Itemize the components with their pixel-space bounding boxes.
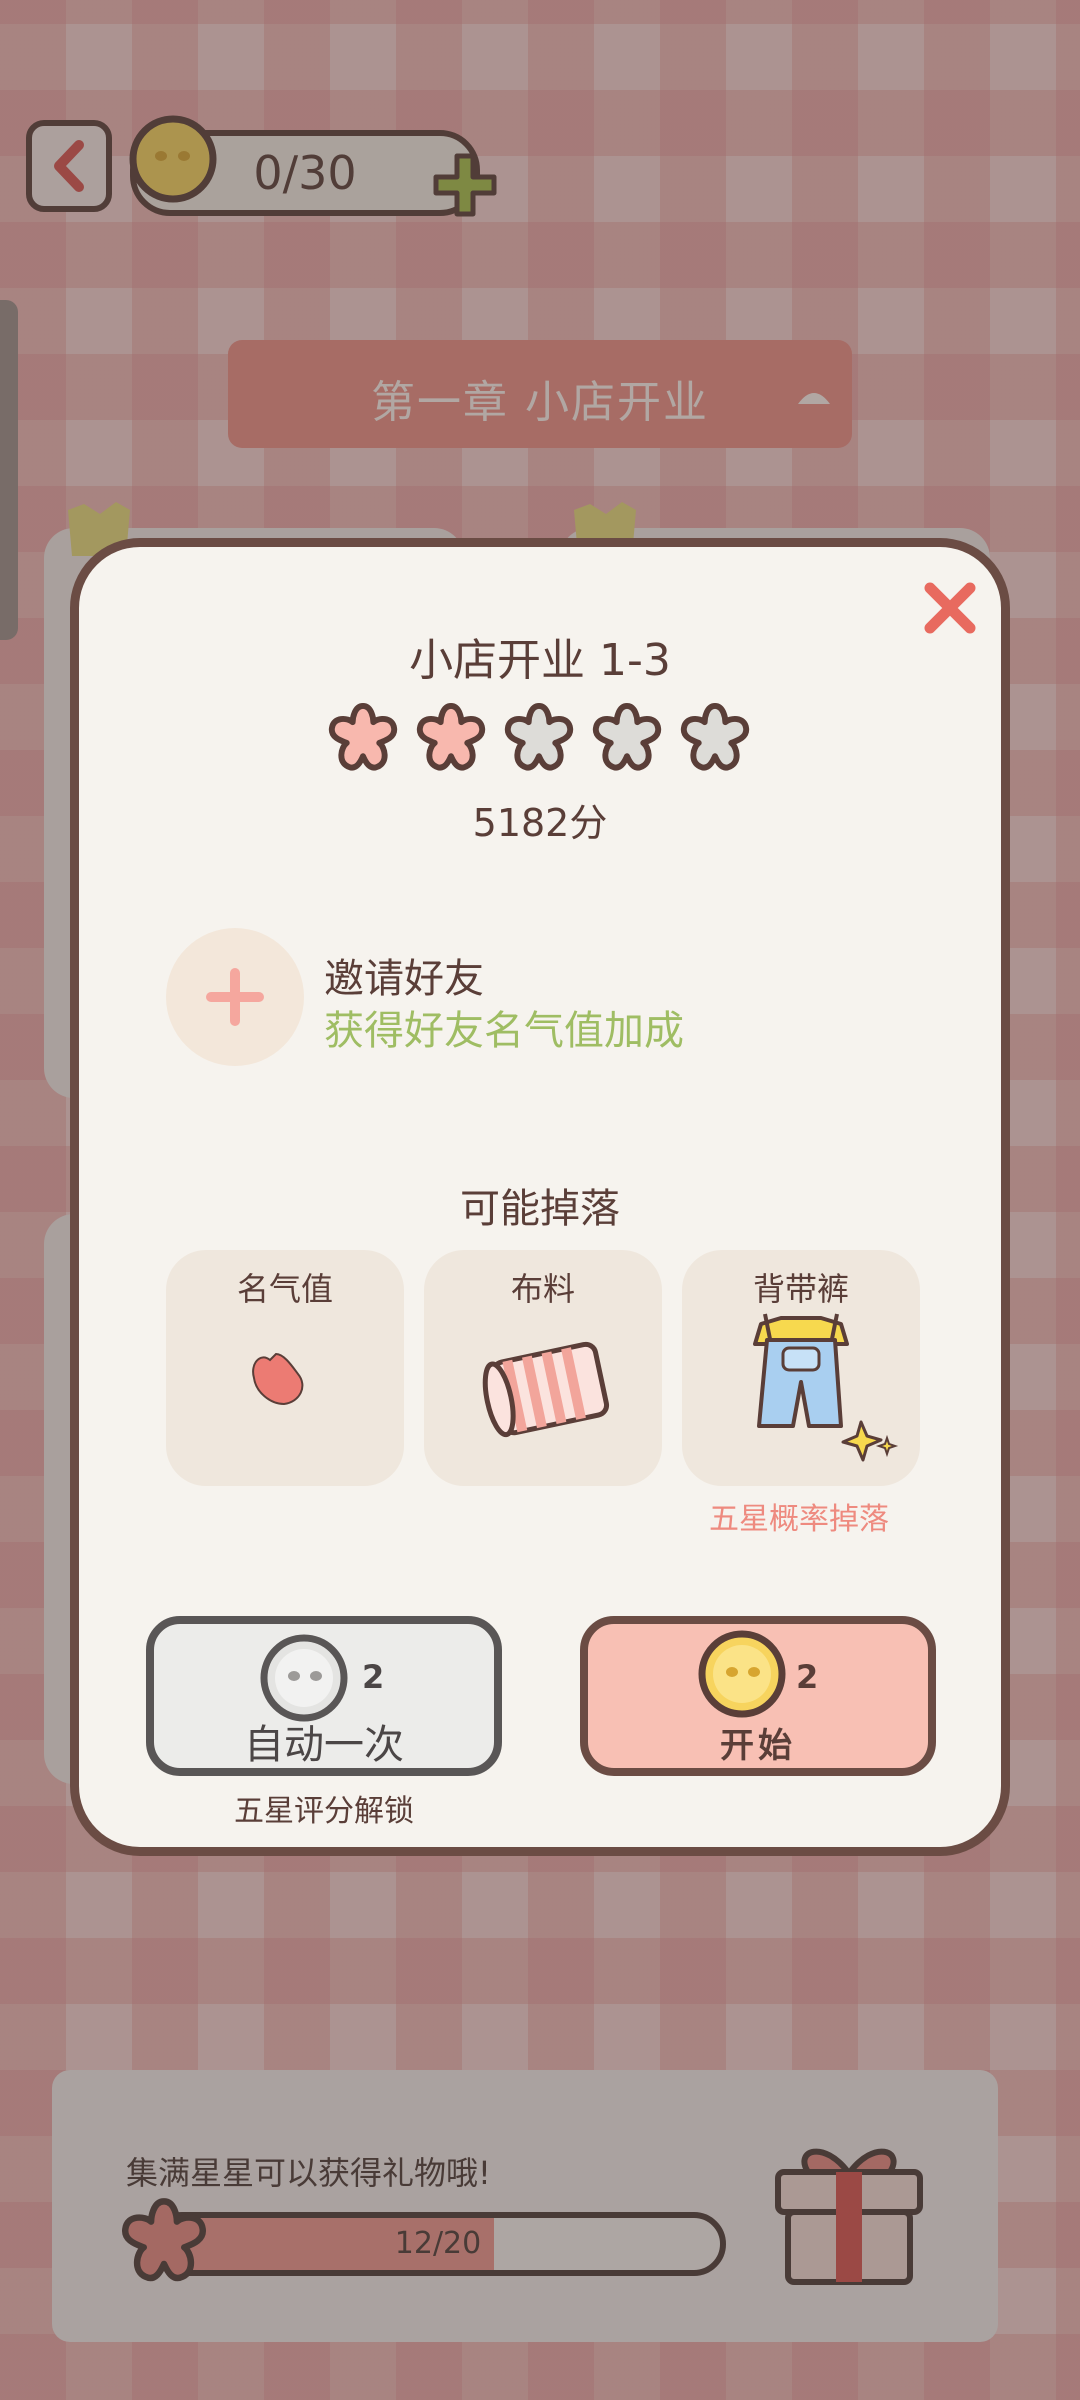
- five-star-drop-note: 五星概率掉落: [709, 1502, 889, 1537]
- auto-play-label: 自动一次: [244, 1722, 404, 1768]
- stage-title: 小店开业 1-3: [409, 635, 671, 686]
- invite-subtitle: 获得好友名气值加成: [324, 1008, 684, 1054]
- coin-face-icon: [698, 1630, 786, 1718]
- star-filled-icon: [416, 702, 486, 771]
- star-empty-icon: [504, 702, 574, 771]
- start-label: 开始: [720, 1726, 796, 1766]
- star-rating: [326, 700, 752, 774]
- invite-friend-button[interactable]: [166, 928, 304, 1066]
- overalls-icon: [753, 1313, 899, 1462]
- plus-icon: [206, 968, 264, 1026]
- drop-item-overalls[interactable]: 背带裤: [682, 1250, 920, 1486]
- star-filled-icon: [328, 702, 398, 771]
- heart-petal-icon: [252, 1352, 304, 1406]
- star-empty-icon: [680, 702, 750, 771]
- start-cost: 2: [796, 1658, 819, 1696]
- drop-item-fabric[interactable]: 布料: [424, 1250, 662, 1486]
- invite-title: 邀请好友: [324, 956, 484, 1002]
- star-empty-icon: [592, 702, 662, 771]
- stage-score: 5182分: [472, 801, 608, 845]
- auto-play-cost: 2: [362, 1658, 385, 1696]
- fabric-roll-icon: [482, 1341, 610, 1438]
- possible-drops-heading: 可能掉落: [460, 1186, 620, 1232]
- drop-item-fame[interactable]: 名气值: [166, 1250, 404, 1486]
- auto-play-unlock-hint: 五星评分解锁: [234, 1794, 414, 1829]
